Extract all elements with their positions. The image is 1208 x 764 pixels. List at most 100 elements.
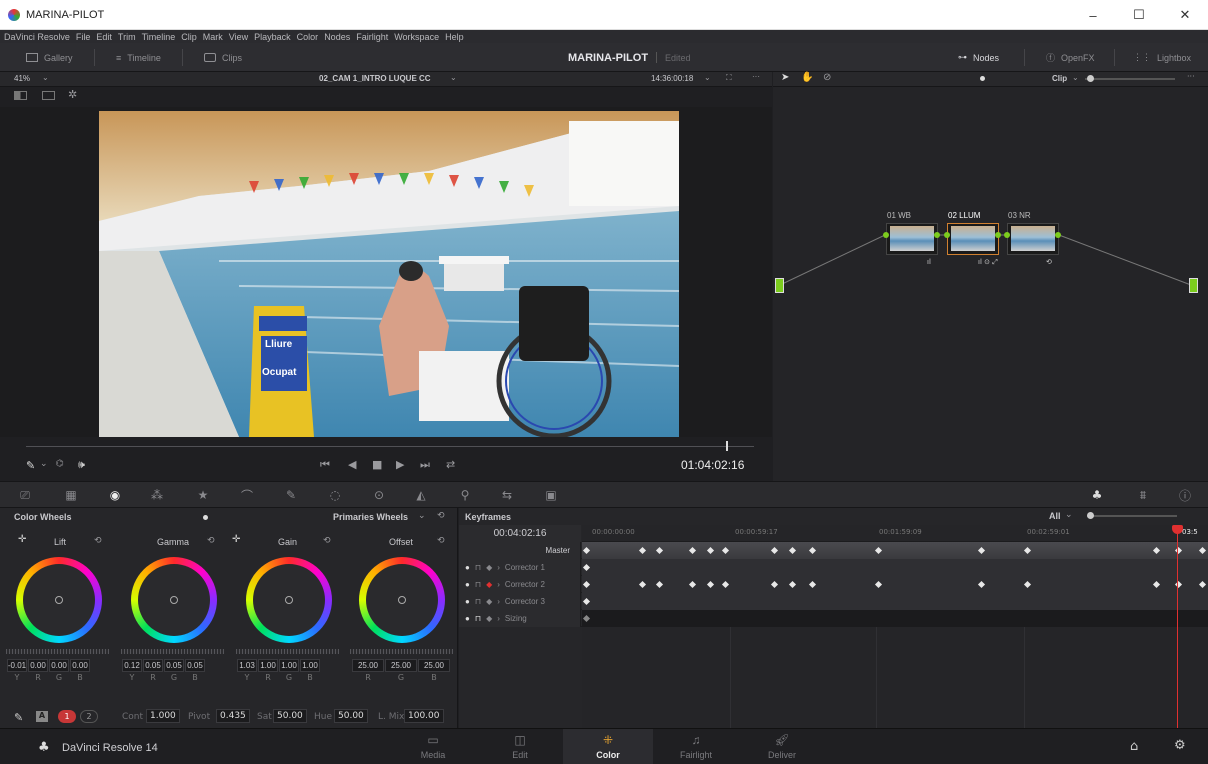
keyframes-icon[interactable]: ♣ bbox=[1088, 486, 1106, 504]
menu-file[interactable]: File bbox=[76, 32, 91, 42]
keyframe-track[interactable] bbox=[582, 593, 1208, 610]
wipe-icon[interactable] bbox=[42, 91, 55, 100]
motion-effects-icon[interactable]: ★ bbox=[194, 486, 212, 504]
minimize-button[interactable]: – bbox=[1070, 0, 1116, 30]
menu-help[interactable]: Help bbox=[445, 32, 464, 42]
keyframe-zoom-handle[interactable] bbox=[1087, 512, 1094, 519]
key-icon[interactable]: ⚲ bbox=[456, 486, 474, 504]
menu-edit[interactable]: Edit bbox=[96, 32, 112, 42]
lum-mix-field[interactable]: 100.00 bbox=[404, 709, 444, 723]
tab-deliver[interactable]: 🚀︎ Deliver bbox=[737, 729, 827, 764]
node-zoom-handle[interactable] bbox=[1087, 75, 1094, 82]
tracker-icon[interactable]: ⊙ bbox=[370, 486, 388, 504]
tab-media[interactable]: ▭ Media bbox=[388, 729, 478, 764]
node-port[interactable] bbox=[944, 232, 950, 238]
hue-field[interactable]: 50.00 bbox=[334, 709, 368, 723]
node-port[interactable] bbox=[1004, 232, 1010, 238]
lift-master-slider[interactable] bbox=[6, 649, 109, 654]
node-01[interactable]: 01 WB ıl bbox=[886, 211, 938, 266]
scrub-playhead[interactable] bbox=[726, 441, 728, 451]
gain-g[interactable]: 1.00 bbox=[279, 659, 299, 672]
tab-fairlight[interactable]: ♫ Fairlight bbox=[651, 729, 741, 764]
timeline-button[interactable]: ≡ Timeline bbox=[116, 43, 161, 72]
openfx-button[interactable]: ⓕ OpenFX bbox=[1046, 43, 1095, 72]
menu-trim[interactable]: Trim bbox=[118, 32, 136, 42]
keyframe-track[interactable] bbox=[582, 542, 1208, 559]
gamma-g[interactable]: 0.05 bbox=[164, 659, 184, 672]
sizing-icon[interactable]: ⇆ bbox=[498, 486, 516, 504]
menu-clip[interactable]: Clip bbox=[181, 32, 197, 42]
more-options-icon[interactable]: ··· bbox=[1187, 72, 1195, 81]
node-zoom-slider[interactable] bbox=[1085, 78, 1175, 80]
lift-g[interactable]: 0.00 bbox=[49, 659, 69, 672]
more-options-icon[interactable]: ··· bbox=[752, 72, 760, 81]
pivot-field[interactable]: 0.435 bbox=[216, 709, 250, 723]
scopes-icon[interactable]: ⩩ bbox=[1134, 486, 1152, 504]
node-02[interactable]: 02 LLUM ıl ⊙ ⤢ bbox=[947, 211, 999, 266]
menu-color[interactable]: Color bbox=[297, 32, 319, 42]
crosshair-icon[interactable]: ✛ bbox=[232, 534, 240, 545]
gain-wheel[interactable] bbox=[246, 557, 332, 643]
keyframe-track[interactable] bbox=[582, 610, 1208, 627]
scrub-bar[interactable] bbox=[26, 446, 754, 447]
gamma-wheel[interactable] bbox=[131, 557, 217, 643]
speaker-icon[interactable]: 🕪 bbox=[78, 458, 85, 472]
node-03[interactable]: 03 NR ⟲ bbox=[1007, 211, 1059, 266]
rgb-mixer-icon[interactable]: ⁂ bbox=[148, 486, 166, 504]
offset-g[interactable]: 25.00 bbox=[385, 659, 417, 672]
keyframe-track[interactable] bbox=[582, 576, 1208, 593]
node-editor[interactable]: 01 WB ıl 02 LLUM ıl ⊙ ⤢ 03 NR ⟲ bbox=[773, 87, 1208, 481]
node-output[interactable] bbox=[1189, 278, 1198, 293]
clip-name[interactable]: 02_CAM 1_INTRO LUQUE CC bbox=[319, 74, 431, 83]
reverse-icon[interactable]: ◀ bbox=[348, 458, 356, 471]
gamma-master-slider[interactable] bbox=[121, 649, 224, 654]
menu-playback[interactable]: Playback bbox=[254, 32, 291, 42]
gain-y[interactable]: 1.03 bbox=[237, 659, 257, 672]
mask-icon[interactable]: ⌬ bbox=[56, 459, 64, 469]
keyframe-ruler[interactable]: 00:00:00:00 00:00:59:17 00:01:59:09 00:0… bbox=[582, 525, 1208, 542]
info-icon[interactable]: ⓘ bbox=[1176, 486, 1194, 504]
window-icon[interactable]: ◌ bbox=[326, 486, 344, 504]
page-dot[interactable] bbox=[203, 515, 208, 520]
loop-icon[interactable]: ⇄ bbox=[446, 458, 455, 471]
color-wheels-icon[interactable]: ◉ bbox=[106, 486, 124, 504]
stop-icon[interactable]: ■ bbox=[372, 458, 382, 471]
qualifier-icon[interactable]: ✎ bbox=[282, 486, 300, 504]
wheels-mode-dropdown[interactable]: Primaries Wheels bbox=[333, 512, 408, 522]
menu-workspace[interactable]: Workspace bbox=[394, 32, 439, 42]
tool-pointer-icon[interactable]: ✎ bbox=[26, 459, 35, 472]
crosshair-icon[interactable]: ✛ bbox=[18, 534, 26, 545]
node-port[interactable] bbox=[934, 232, 940, 238]
node-input[interactable] bbox=[775, 278, 784, 293]
menu-timeline[interactable]: Timeline bbox=[142, 32, 176, 42]
hand-tool-icon[interactable]: ✋ bbox=[801, 72, 813, 83]
maximize-button[interactable]: ☐ bbox=[1116, 0, 1162, 30]
close-button[interactable]: ✕ bbox=[1162, 0, 1208, 30]
settings-gear-icon[interactable]: ⚙ bbox=[1174, 738, 1186, 753]
fullscreen-icon[interactable]: ⛶ bbox=[726, 73, 732, 83]
go-to-start-icon[interactable]: ⏮ bbox=[320, 458, 330, 472]
color-match-icon[interactable]: ▦ bbox=[62, 486, 80, 504]
gain-master-slider[interactable] bbox=[236, 649, 339, 654]
blur-icon[interactable]: ◭ bbox=[412, 486, 430, 504]
split-screen-icon[interactable] bbox=[14, 91, 27, 100]
saturation-field[interactable]: 50.00 bbox=[273, 709, 307, 723]
reset-icon[interactable]: ⟲ bbox=[207, 536, 215, 546]
keyframe-track[interactable] bbox=[582, 559, 1208, 576]
menu-mark[interactable]: Mark bbox=[203, 32, 223, 42]
node-port[interactable] bbox=[883, 232, 889, 238]
node-mode-dropdown[interactable]: Clip bbox=[1052, 74, 1067, 83]
menu-view[interactable]: View bbox=[229, 32, 248, 42]
gamma-r[interactable]: 0.05 bbox=[143, 659, 163, 672]
offset-b[interactable]: 25.00 bbox=[418, 659, 450, 672]
pointer-tool-icon[interactable]: ➤ bbox=[781, 72, 789, 83]
menu-fairlight[interactable]: Fairlight bbox=[356, 32, 388, 42]
clips-button[interactable]: Clips bbox=[204, 43, 242, 72]
lift-b[interactable]: 0.00 bbox=[70, 659, 90, 672]
reset-icon[interactable]: ⟲ bbox=[94, 536, 102, 546]
gamma-b[interactable]: 0.05 bbox=[185, 659, 205, 672]
auto-balance-icon[interactable]: ✎ bbox=[14, 711, 23, 724]
offset-r[interactable]: 25.00 bbox=[352, 659, 384, 672]
gain-r[interactable]: 1.00 bbox=[258, 659, 278, 672]
keyframe-filter-dropdown[interactable]: All bbox=[1049, 511, 1061, 521]
